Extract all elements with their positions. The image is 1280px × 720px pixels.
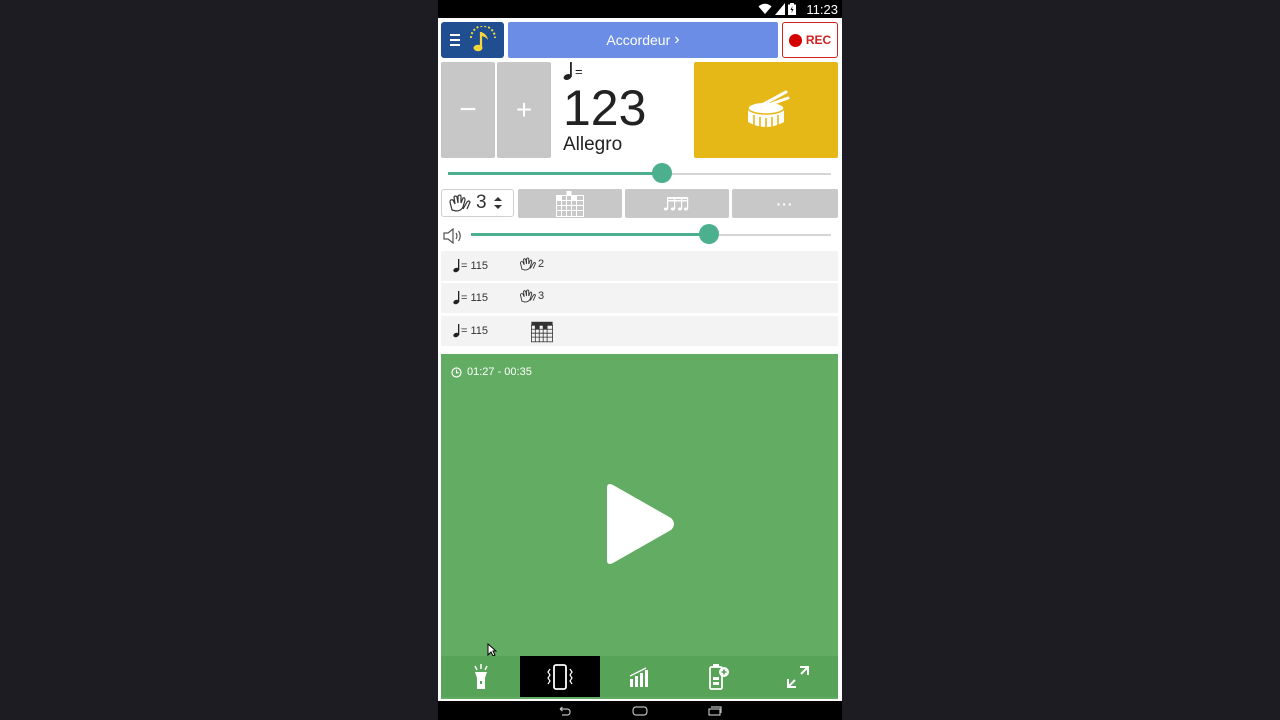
preset-item[interactable]: = 115 (441, 316, 838, 346)
preset-tempo: = 115 (453, 291, 488, 305)
tuner-button[interactable]: Accordeur › (508, 22, 778, 58)
drum-sound-button[interactable] (694, 62, 838, 158)
clap-hands-icon (449, 194, 471, 212)
preset-item[interactable]: = 115 3 (441, 283, 838, 313)
battery-plus-icon (709, 663, 729, 690)
wifi-icon (758, 3, 772, 14)
tempo-slider[interactable] (448, 162, 831, 186)
grid-pattern-icon (531, 321, 553, 343)
plus-label: + (515, 94, 533, 125)
record-button[interactable]: REC (782, 22, 838, 58)
tempo-value: 123 (563, 80, 647, 136)
volume-slider[interactable] (471, 223, 831, 247)
app-screen: Accordeur › REC − + = 123 Allegro 3 ··· … (438, 18, 842, 701)
preset-beats: 2 (519, 257, 544, 271)
preset-item[interactable]: = 115 2 (441, 251, 838, 281)
speaker-icon (443, 228, 461, 244)
tempo-slider-fill (448, 172, 662, 175)
player-toolbar (441, 656, 838, 697)
quarter-note-icon (453, 324, 460, 338)
clock-icon (451, 366, 462, 378)
fullscreen-button[interactable] (759, 656, 838, 697)
chevron-right-icon: › (674, 31, 680, 48)
session-timer: 01:27 - 00:35 (451, 366, 532, 378)
preset-tempo: = 115 (453, 324, 488, 338)
timer-label: 01:27 - 00:35 (467, 366, 532, 378)
volume-slider-fill (471, 233, 709, 236)
record-dot-icon (788, 33, 802, 47)
tempo-increase-button[interactable]: + (497, 62, 551, 158)
minus-label: − (459, 93, 477, 126)
vibrate-button[interactable] (520, 656, 600, 697)
tempo-name: Allegro (563, 134, 623, 155)
tempo-decrease-button[interactable]: − (441, 62, 495, 158)
metronome-note-logo-icon (470, 26, 496, 52)
menu-button[interactable] (441, 22, 504, 58)
back-icon[interactable] (557, 706, 571, 716)
drum-icon (747, 90, 790, 129)
preset-tempo-label: = 115 (461, 325, 489, 337)
system-nav-bar (438, 701, 842, 720)
signal-bars-icon (629, 666, 648, 687)
subdivision-button[interactable] (625, 189, 729, 218)
flashlight-button[interactable] (441, 656, 520, 697)
home-icon[interactable] (632, 706, 648, 716)
preset-beats: 3 (519, 289, 544, 303)
grid-pattern-icon (556, 190, 584, 217)
tempo-slider-thumb[interactable] (652, 163, 672, 183)
clap-hands-icon (520, 289, 536, 303)
preset-beats-value: 3 (538, 290, 545, 302)
preset-beats-value: 2 (538, 258, 545, 270)
preset-tempo-label: = 115 (461, 292, 489, 304)
clap-hands-icon (520, 257, 536, 271)
volume-slider-thumb[interactable] (699, 224, 719, 244)
beats-selector[interactable]: 3 (441, 189, 514, 217)
preset-pattern (531, 321, 553, 343)
battery-icon (788, 3, 796, 15)
status-time: 11:23 (806, 2, 838, 17)
beats-value: 3 (476, 192, 487, 213)
hamburger-menu-icon (450, 34, 460, 46)
status-bar: 11:23 (438, 0, 842, 18)
quarter-note-icon (453, 259, 460, 273)
battery-saver-button[interactable] (679, 656, 758, 697)
fullscreen-icon (787, 665, 810, 688)
preset-tempo: = 115 (453, 259, 488, 273)
flashlight-icon (474, 663, 488, 689)
status-icons (758, 3, 796, 15)
play-icon[interactable] (599, 482, 679, 566)
cell-signal-icon (775, 3, 785, 15)
phone-screen: 11:23 Accordeur › REC − + = 123 Allegro … (438, 0, 842, 720)
quarter-note-icon (453, 291, 460, 305)
sixteenth-notes-icon (664, 196, 689, 210)
recent-apps-icon[interactable] (708, 706, 722, 716)
mouse-cursor-icon (487, 643, 497, 657)
up-down-arrows-icon (494, 197, 502, 209)
rhythm-pattern-button[interactable] (518, 189, 622, 218)
tuner-label: Accordeur (606, 32, 671, 48)
preset-tempo-label: = 115 (461, 260, 489, 272)
record-label: REC (805, 33, 832, 47)
accent-levels-button[interactable] (600, 656, 679, 697)
player-panel[interactable]: 01:27 - 00:35 (441, 354, 838, 699)
more-options-button[interactable]: ··· (732, 189, 838, 218)
vibrate-phone-icon (547, 663, 573, 690)
more-label: ··· (776, 195, 794, 212)
tempo-equals-label: = (575, 63, 583, 79)
